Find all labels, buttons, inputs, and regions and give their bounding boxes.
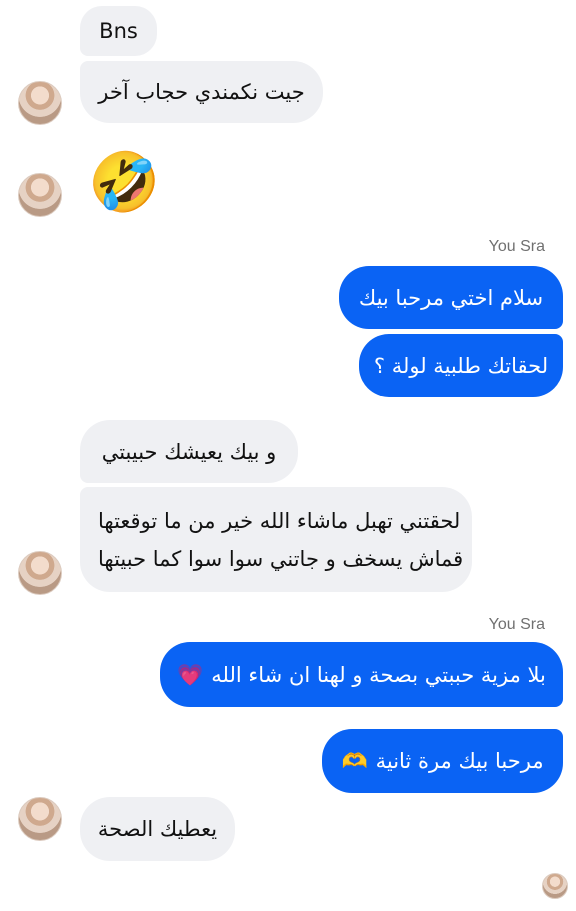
laughing-emoji-icon: 🤣	[88, 148, 161, 216]
message-text-line-2: قماش يسخف و جاتني سوا سوا كما حبيتها	[98, 546, 464, 571]
message-text: سلام اختي مرحبا بيك	[358, 285, 544, 310]
message-incoming[interactable]: لحقتني تهبل ماشاء الله خير من ما توقعتها…	[80, 487, 472, 592]
message-incoming[interactable]: جيت نكمندي حجاب آخر	[80, 61, 323, 123]
contact-avatar[interactable]	[18, 81, 62, 125]
pink-heart-emoji-icon: 💗	[177, 662, 204, 687]
message-text: و بيك يعيشك حبيبتي	[101, 439, 277, 464]
message-text: جيت نكمندي حجاب آخر	[98, 80, 305, 104]
emoji-message[interactable]: 🤣	[88, 148, 160, 216]
message-outgoing[interactable]: مرحبا بيك مرة ثانية 🫶	[322, 729, 563, 793]
sender-label: You Sra	[488, 238, 545, 255]
message-incoming[interactable]: يعطيك الصحة	[80, 797, 235, 861]
message-text-line-1: لحقتني تهبل ماشاء الله خير من ما توقعتها	[98, 508, 461, 533]
sender-label: You Sra	[488, 616, 545, 633]
seen-indicator-avatar	[542, 873, 568, 899]
message-outgoing[interactable]: سلام اختي مرحبا بيك	[339, 266, 563, 329]
message-text: Bns	[99, 19, 138, 43]
heart-hands-emoji-icon: 🫶	[341, 749, 368, 773]
message-text: مرحبا بيك مرة ثانية	[375, 749, 544, 773]
message-incoming[interactable]: Bns	[80, 6, 157, 56]
message-outgoing[interactable]: بلا مزية حببتي بصحة و لهنا ان شاء الله 💗	[160, 642, 563, 707]
message-text: لحقاتك طلبية لولة ؟	[373, 353, 549, 378]
message-outgoing[interactable]: لحقاتك طلبية لولة ؟	[359, 334, 563, 397]
message-incoming[interactable]: و بيك يعيشك حبيبتي	[80, 420, 298, 483]
message-text: يعطيك الصحة	[97, 817, 218, 841]
contact-avatar[interactable]	[18, 797, 62, 841]
message-text: بلا مزية حببتي بصحة و لهنا ان شاء الله	[211, 662, 546, 687]
contact-avatar[interactable]	[18, 551, 62, 595]
contact-avatar[interactable]	[18, 173, 62, 217]
